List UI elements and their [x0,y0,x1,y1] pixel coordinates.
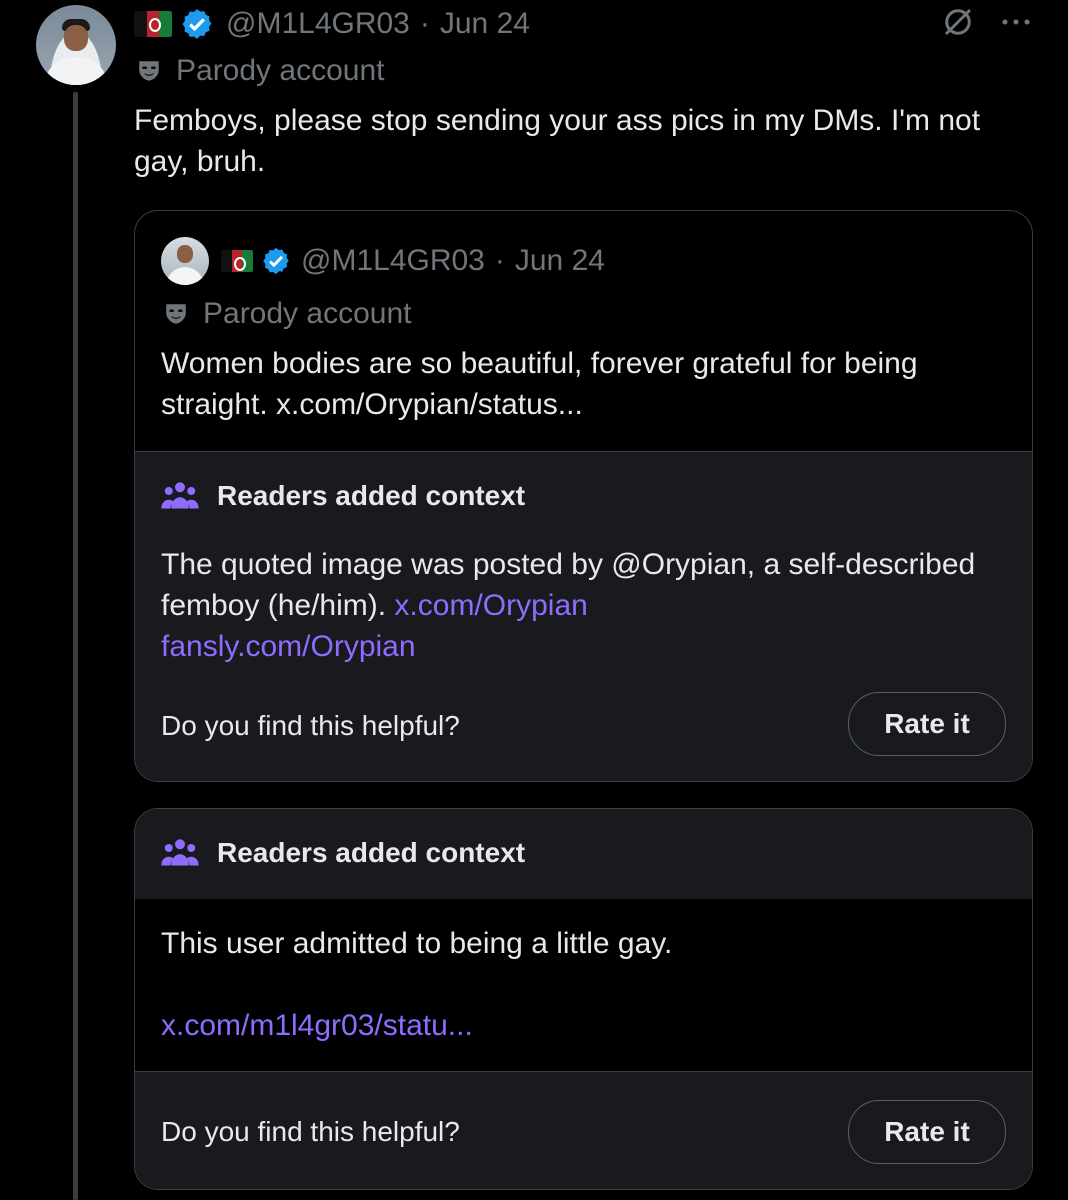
thread-line [73,92,78,1200]
grok-icon[interactable] [940,4,976,40]
quote-date[interactable]: Jun 24 [515,244,605,278]
rate-it-button[interactable]: Rate it [848,1100,1006,1164]
parody-row: Parody account [136,54,384,88]
community-notes-icon [161,482,199,509]
helpful-prompt: Do you find this helpful? [161,1116,460,1147]
context-content: This user admitted to being a little gay… [135,899,1032,1071]
context-body-text: This user admitted to being a little gay… [161,927,673,960]
quoted-tweet[interactable]: @M1L4GR03 · Jun 24 Parody account Women … [135,211,1032,451]
context-footer: Do you find this helpful? Rate it [135,1071,1032,1189]
quote-parody-label: Parody account [203,297,412,330]
user-avatar[interactable] [36,5,116,85]
community-note-title: Readers added context [161,837,525,869]
context-header: Readers added context [135,809,1032,899]
avatar-face [64,25,88,51]
tweet-date[interactable]: Jun 24 [440,7,530,41]
tweet-header: @M1L4GR03 · Jun 24 [134,4,530,44]
community-note-title: Readers added context [161,480,525,512]
verified-badge-icon [263,247,289,275]
quote-tweet-card[interactable]: @M1L4GR03 · Jun 24 Parody account Women … [134,210,1033,782]
quote-handle[interactable]: @M1L4GR03 [301,244,485,278]
community-note-quote: Readers added context The quoted image w… [135,451,1032,781]
community-notes-icon [161,839,199,866]
context-link-status[interactable]: x.com/m1l4gr03/statu... [161,1009,473,1043]
context-link-x[interactable]: x.com/Orypian [394,589,587,622]
context-title-text: Readers added context [217,480,526,511]
context-link-fansly[interactable]: fansly.com/Orypian [161,630,416,663]
quote-separator: · [494,244,505,277]
parody-label: Parody account [176,54,385,87]
more-options-icon[interactable] [1000,16,1032,28]
rate-it-button[interactable]: Rate it [848,692,1006,756]
afghanistan-flag-icon [134,11,172,37]
quote-header: @M1L4GR03 · Jun 24 [161,237,605,285]
helpful-prompt: Do you find this helpful? [161,710,460,741]
tweet-actions [940,4,1032,40]
verified-badge-icon [182,9,212,39]
quote-text: Women bodies are so beautiful, forever g… [161,347,918,421]
tweet-text: Femboys, please stop sending your ass pi… [134,104,981,178]
community-note-tweet: Readers added context This user admitted… [134,808,1033,1190]
context-title-text: Readers added context [217,837,526,868]
parody-mask-icon [139,61,159,81]
parody-mask-icon [166,304,186,324]
avatar-shirt [44,57,108,85]
context-body: The quoted image was posted by @Orypian,… [161,544,1001,667]
header-separator: · [419,7,430,40]
quote-avatar[interactable] [161,237,209,285]
quote-parody-row: Parody account [163,297,411,331]
tweet-handle[interactable]: @M1L4GR03 [226,7,410,41]
afghanistan-flag-icon [221,250,253,272]
